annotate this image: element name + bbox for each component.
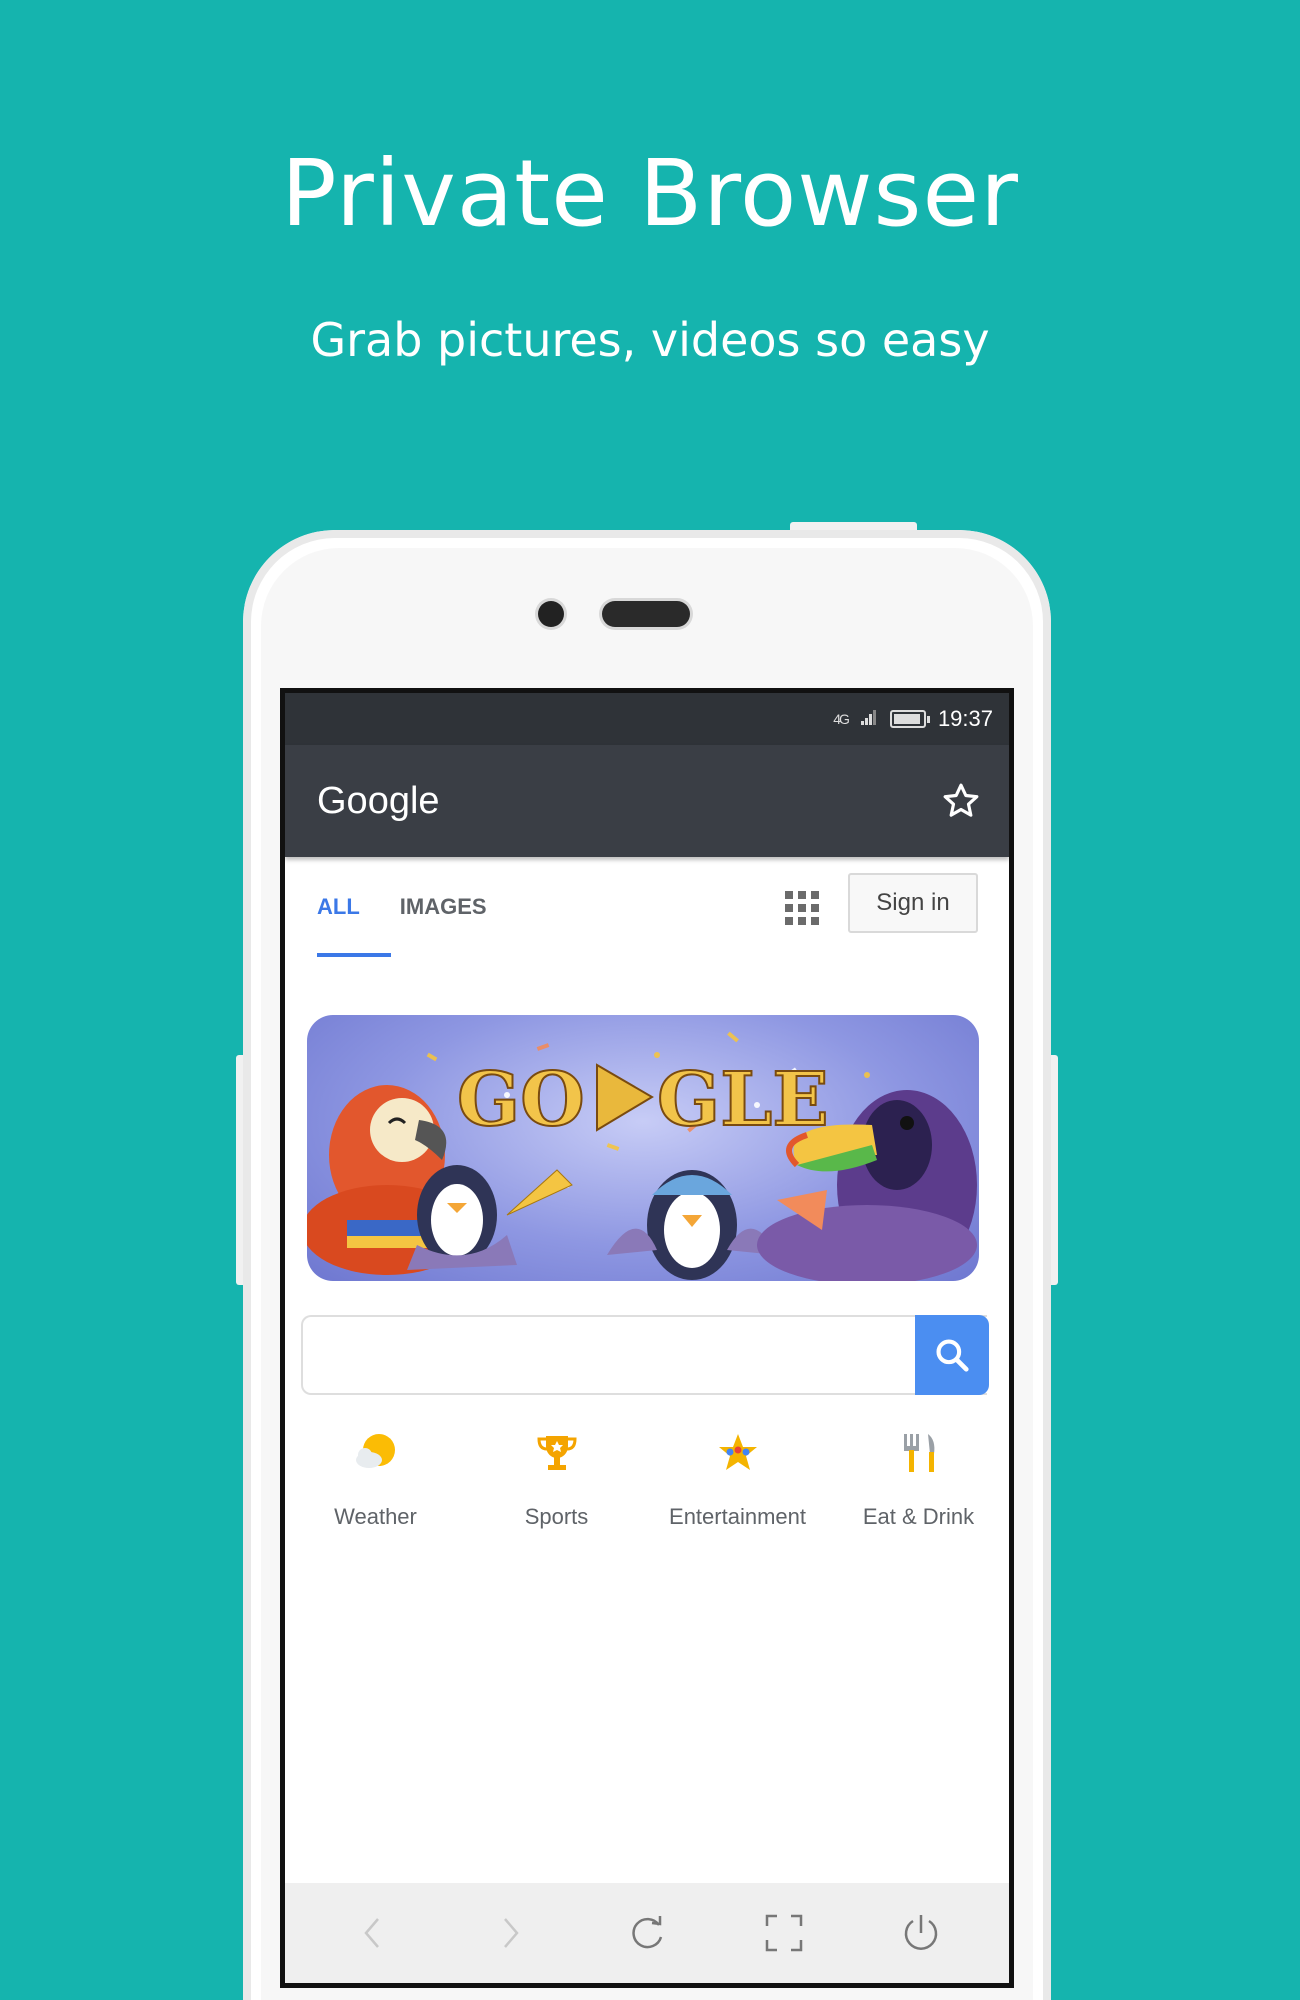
signal-icon: 4G	[833, 711, 850, 727]
phone-side-key	[1050, 1055, 1058, 1285]
fullscreen-icon[interactable]	[754, 1903, 814, 1963]
status-bar: 4G 19:37	[285, 693, 1009, 745]
power-icon[interactable]	[891, 1903, 951, 1963]
trophy-icon	[532, 1428, 582, 1478]
promo-subtitle: Grab pictures, videos so easy	[310, 313, 990, 367]
phone-screen: 4G 19:37 Google ALL IMAGES Sign in GO GL…	[280, 688, 1014, 1988]
promo-title: Private Browser	[281, 140, 1019, 247]
signal-bars-icon	[860, 706, 878, 732]
shortcut-label: Eat & Drink	[862, 1504, 975, 1529]
weather-icon	[351, 1428, 401, 1478]
bookmark-star-icon[interactable]	[937, 777, 985, 825]
shortcut-weather[interactable]: Weather	[285, 1428, 466, 1530]
browser-bottom-bar	[285, 1883, 1009, 1983]
status-time: 19:37	[937, 706, 993, 731]
shortcut-row: Weather Sports Entertainment Eat & Drink	[285, 1428, 1009, 1530]
shortcut-label: Entertainment	[669, 1504, 806, 1529]
doodle-logo-text: GO	[457, 1057, 585, 1143]
page-title: Google	[317, 779, 440, 822]
earpiece-speaker	[602, 601, 690, 627]
google-doodle[interactable]: GO GLE	[307, 1015, 979, 1281]
svg-text:GLE: GLE	[657, 1057, 829, 1143]
app-bar: Google	[285, 745, 1009, 857]
shortcut-eat-drink[interactable]: Eat & Drink	[828, 1428, 1009, 1530]
star-icon	[713, 1428, 763, 1478]
sign-in-button[interactable]: Sign in	[848, 873, 978, 933]
search-icon	[936, 1339, 969, 1372]
back-icon[interactable]	[343, 1903, 403, 1963]
shortcut-label: Sports	[524, 1504, 589, 1529]
battery-icon	[889, 710, 930, 728]
front-camera	[538, 601, 564, 627]
search-button[interactable]	[915, 1315, 989, 1395]
shortcut-label: Weather	[334, 1504, 417, 1529]
screen-content: 4G 19:37 Google ALL IMAGES Sign in GO GL…	[285, 693, 1009, 1983]
google-tabs-row: ALL IMAGES Sign in	[285, 857, 1009, 957]
phone-power-key	[790, 522, 917, 530]
forward-icon[interactable]	[480, 1903, 540, 1963]
active-tab-indicator	[317, 953, 391, 957]
fork-knife-icon	[894, 1428, 944, 1478]
shortcut-sports[interactable]: Sports	[466, 1428, 647, 1530]
tab-all[interactable]: ALL	[317, 886, 360, 928]
refresh-icon[interactable]	[617, 1903, 677, 1963]
shortcut-entertainment[interactable]: Entertainment	[647, 1428, 828, 1530]
tab-images[interactable]: IMAGES	[400, 886, 487, 928]
search-input[interactable]	[301, 1315, 987, 1395]
apps-grid-icon[interactable]	[785, 891, 819, 925]
